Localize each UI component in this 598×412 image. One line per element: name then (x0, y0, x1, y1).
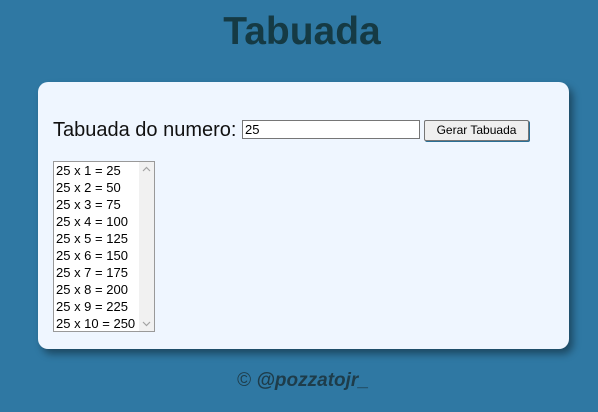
list-item[interactable]: 25 x 1 = 25 (56, 162, 140, 179)
result-items: 25 x 1 = 25 25 x 2 = 50 25 x 3 = 75 25 x… (56, 162, 140, 331)
generate-button[interactable]: Gerar Tabuada (424, 120, 529, 141)
copyright-symbol: © (237, 370, 252, 391)
chevron-up-icon[interactable] (139, 162, 154, 176)
list-item[interactable]: 25 x 6 = 150 (56, 247, 140, 264)
list-item[interactable]: 25 x 7 = 175 (56, 264, 140, 281)
list-item[interactable]: 25 x 3 = 75 (56, 196, 140, 213)
list-item[interactable]: 25 x 2 = 50 (56, 179, 140, 196)
list-item[interactable]: 25 x 4 = 100 (56, 213, 140, 230)
chevron-down-icon[interactable] (139, 317, 154, 331)
result-listbox[interactable]: 25 x 1 = 25 25 x 2 = 50 25 x 3 = 75 25 x… (53, 161, 155, 332)
number-label: Tabuada do numero: (53, 119, 237, 141)
page-title: Tabuada (223, 10, 381, 53)
vertical-scrollbar[interactable] (139, 162, 154, 331)
list-item[interactable]: 25 x 8 = 200 (56, 281, 140, 298)
list-item[interactable]: 25 x 10 = 250 (56, 315, 140, 331)
tabuada-card: Tabuada do numero: Gerar Tabuada 25 x 1 … (38, 82, 569, 349)
list-item[interactable]: 25 x 9 = 225 (56, 298, 140, 315)
footer-credit: © @pozzatojr_ (0, 369, 598, 393)
list-item[interactable]: 25 x 5 = 125 (56, 230, 140, 247)
author-handle: @pozzatojr_ (256, 370, 369, 391)
number-input[interactable] (242, 120, 420, 139)
